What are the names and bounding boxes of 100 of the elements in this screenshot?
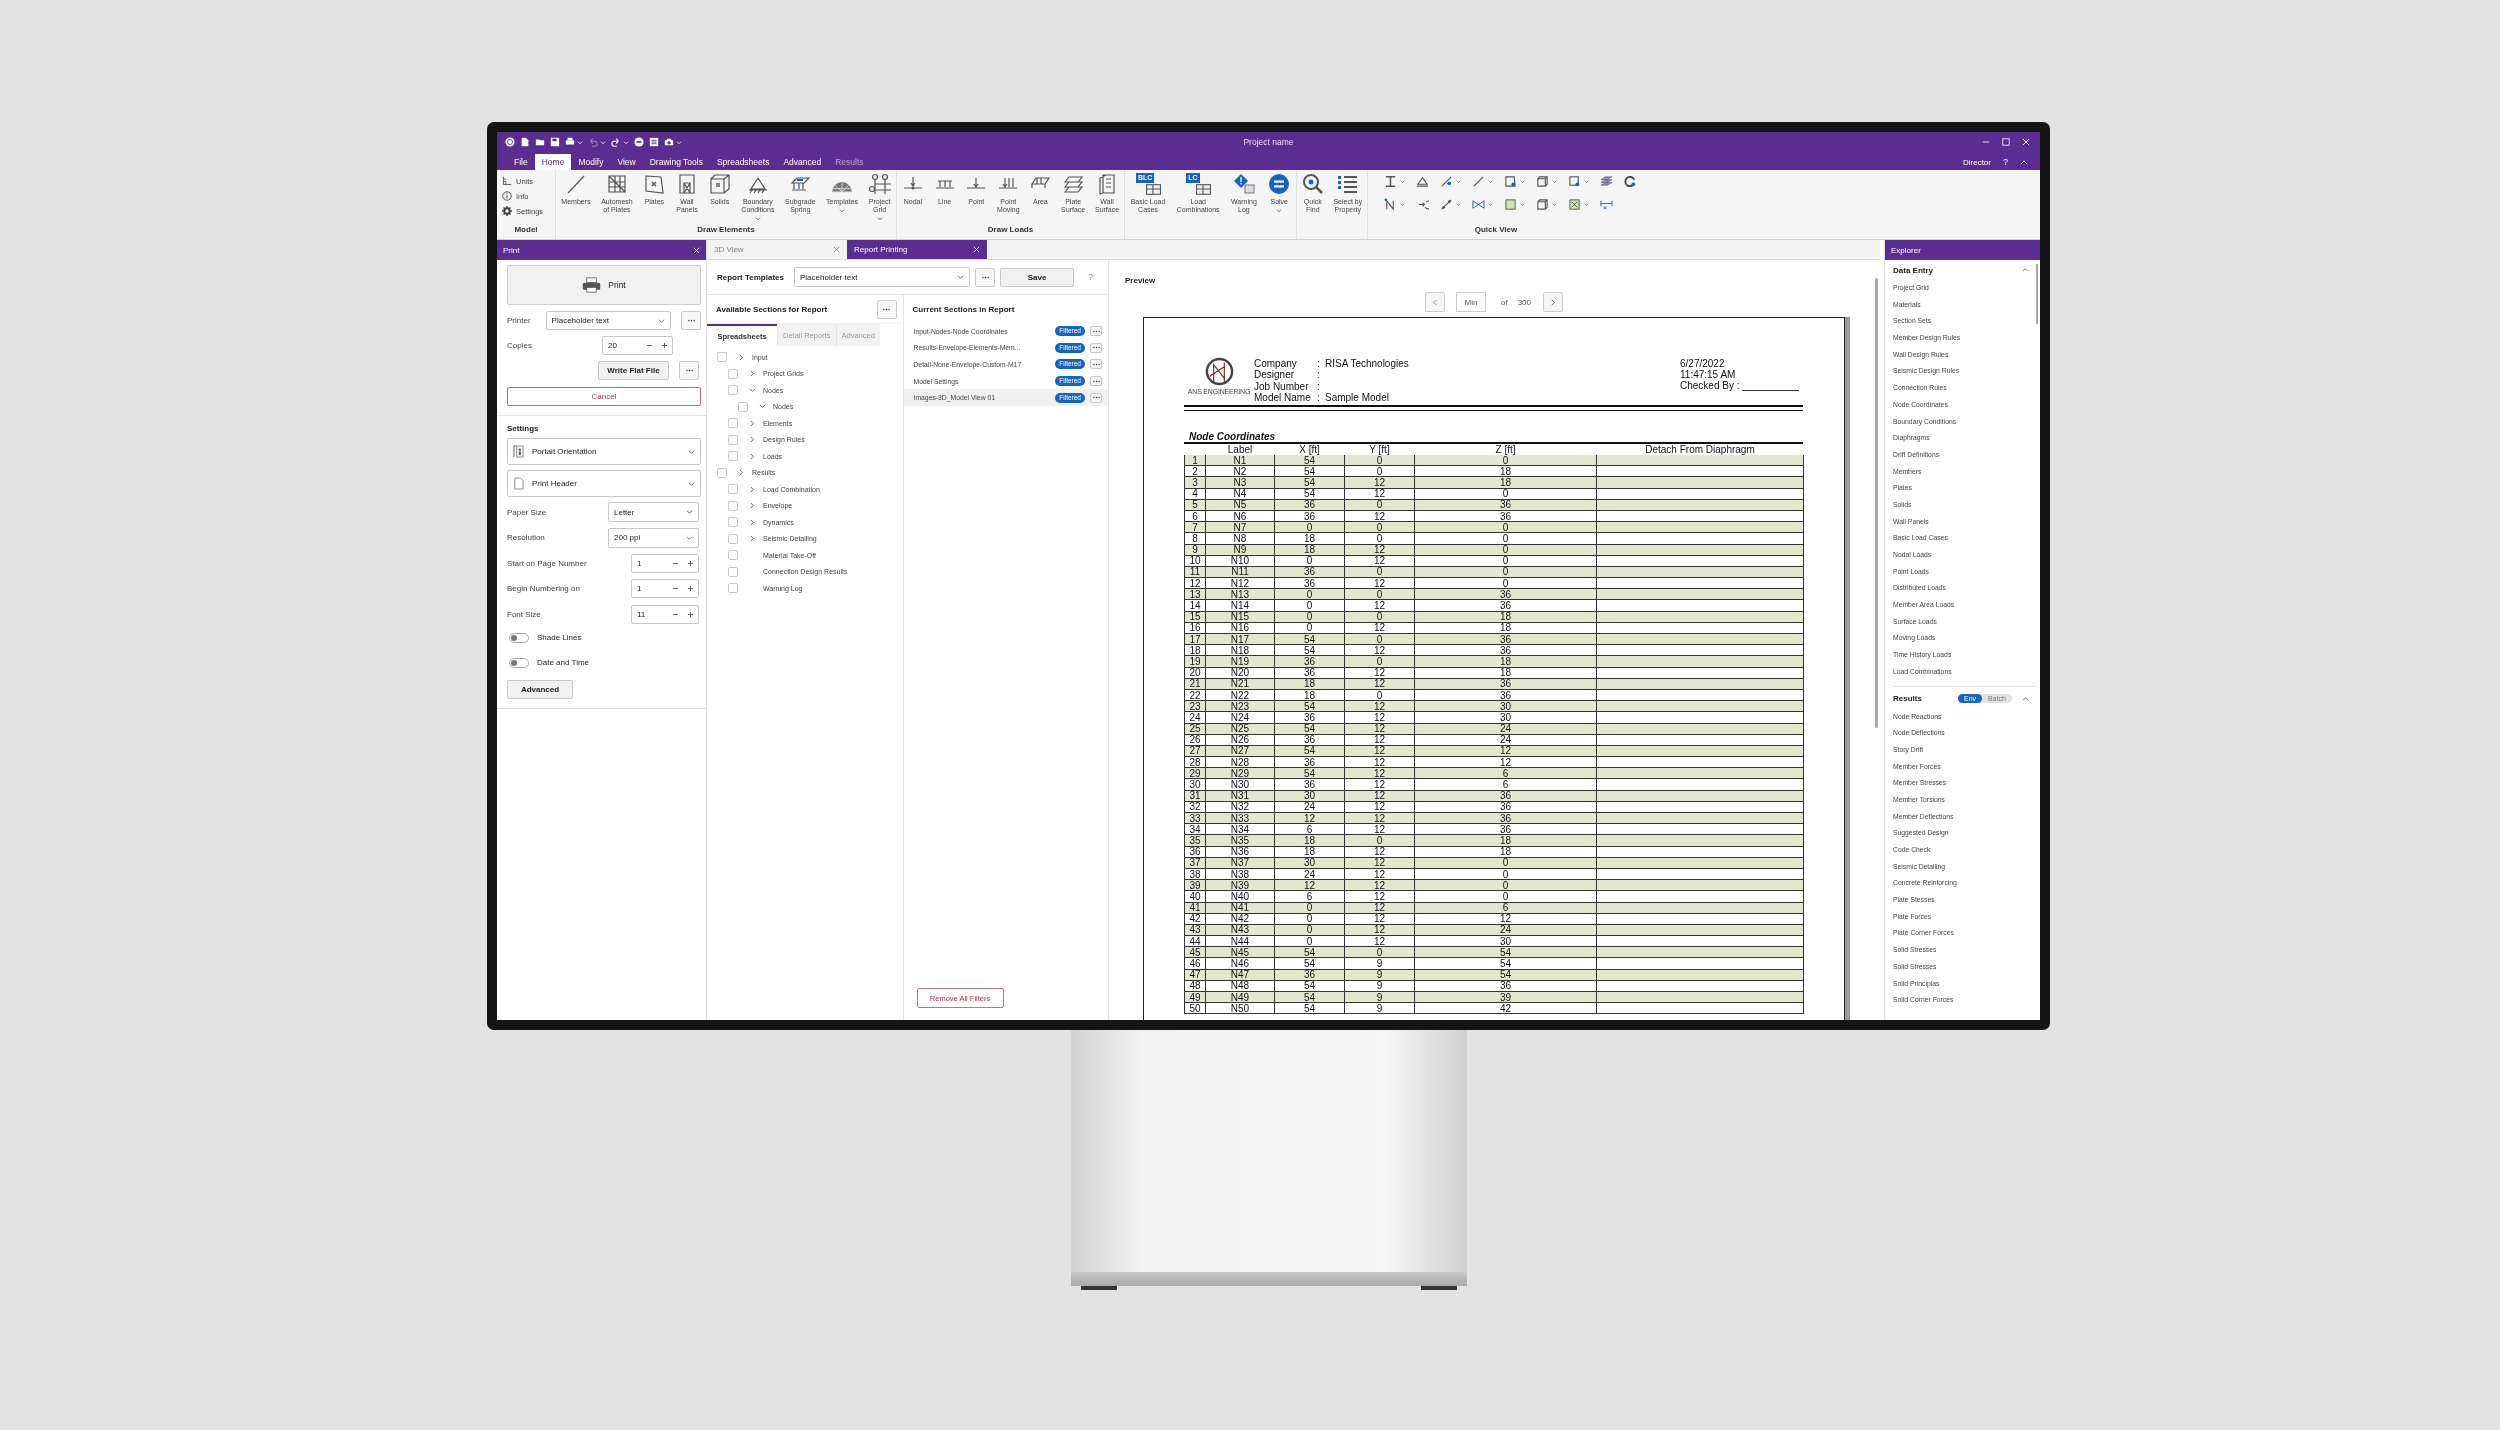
plus-icon[interactable] [687, 585, 694, 592]
chevron-down-icon[interactable] [759, 403, 766, 411]
plate-icon[interactable] [1568, 198, 1581, 211]
plate-icon[interactable] [1504, 198, 1517, 211]
save-button[interactable]: Save [1000, 267, 1074, 287]
checkbox[interactable] [728, 418, 738, 429]
checkbox[interactable] [717, 467, 727, 478]
printer-icon[interactable] [565, 137, 575, 147]
caret-icon[interactable] [839, 208, 846, 213]
caret-icon[interactable] [1456, 202, 1461, 207]
checkbox[interactable] [728, 484, 738, 495]
open-folder-icon[interactable] [535, 137, 545, 147]
caret-icon[interactable] [1552, 202, 1557, 207]
checkbox[interactable] [728, 451, 738, 462]
plate-icon[interactable] [1504, 175, 1517, 188]
chevron-right-icon[interactable] [749, 502, 756, 510]
plus-icon[interactable] [661, 342, 668, 349]
checkbox[interactable] [728, 533, 738, 544]
caret-icon[interactable] [1276, 208, 1283, 213]
advanced-button[interactable]: Advanced [507, 679, 573, 699]
number-field[interactable]: 1 [631, 553, 699, 573]
checkbox[interactable] [717, 352, 727, 363]
help-button[interactable]: ? [2003, 157, 2008, 167]
link-icon[interactable] [1440, 198, 1453, 211]
save-icon[interactable] [550, 137, 560, 147]
caret-icon[interactable] [1552, 179, 1557, 184]
more-button[interactable] [1090, 342, 1102, 353]
maximize-icon[interactable] [2002, 138, 2010, 146]
caret-icon[interactable] [1488, 179, 1493, 184]
chevron-right-icon[interactable] [749, 419, 756, 427]
undo-icon[interactable] [588, 137, 598, 147]
bowtie-icon[interactable] [1472, 198, 1485, 211]
menu-tab[interactable]: Drawing Tools [642, 154, 710, 170]
minus-circle-icon[interactable] [634, 137, 644, 147]
chevron-right-icon[interactable] [749, 436, 756, 444]
chevron-right-icon[interactable] [749, 518, 756, 526]
write-flat-file-button[interactable]: Write Flat File [598, 361, 669, 380]
caret-icon[interactable] [1488, 202, 1493, 207]
checkbox[interactable] [728, 385, 738, 396]
chevron-down-icon[interactable] [749, 386, 756, 394]
caret-icon[interactable] [1400, 179, 1405, 184]
copies-field[interactable]: 20 [602, 336, 673, 355]
checkbox[interactable] [728, 434, 738, 445]
rotation-icon[interactable] [1416, 198, 1429, 211]
more-button[interactable] [1090, 359, 1102, 370]
more-button[interactable] [1090, 392, 1102, 403]
dropdown-field[interactable]: Letter [608, 502, 699, 522]
checkbox[interactable] [738, 401, 748, 412]
caret-icon[interactable] [1520, 179, 1525, 184]
plate-icon[interactable] [1568, 175, 1581, 188]
more-button[interactable] [1090, 326, 1102, 337]
plus-icon[interactable] [687, 610, 694, 618]
number-field[interactable]: 11 [631, 604, 699, 624]
template-select[interactable]: Placeholder text [794, 267, 970, 287]
menu-tab[interactable]: View [610, 154, 643, 170]
chevron-right-icon[interactable] [738, 353, 745, 361]
page-field[interactable]: Min [1456, 292, 1486, 312]
checkbox[interactable] [728, 500, 738, 511]
chevron-right-icon[interactable] [738, 469, 745, 477]
caret-icon[interactable] [1584, 179, 1589, 184]
refresh-icon[interactable] [1624, 175, 1637, 188]
redo-icon[interactable] [611, 137, 621, 147]
menu-tab[interactable]: Home [534, 154, 572, 170]
number-field[interactable]: 1 [631, 579, 699, 598]
chevron-right-icon[interactable] [749, 535, 756, 543]
cancel-button[interactable]: Cancel [507, 387, 701, 406]
caret-icon[interactable] [1400, 202, 1405, 207]
chevron-right-icon[interactable] [749, 452, 756, 460]
minus-icon[interactable] [672, 585, 679, 592]
cube-icon[interactable] [1536, 198, 1549, 211]
checkbox[interactable] [728, 368, 738, 379]
app-logo-icon[interactable] [505, 137, 515, 147]
more-button[interactable] [1090, 376, 1102, 387]
minus-icon[interactable] [646, 342, 653, 349]
checkbox[interactable] [728, 566, 738, 577]
checkbox[interactable] [728, 517, 738, 528]
new-file-icon[interactable] [520, 137, 530, 147]
line-icon[interactable] [1472, 175, 1485, 188]
printer-select[interactable]: Placeholder text [545, 311, 672, 330]
dropdown-field[interactable]: 200 ppi [608, 527, 699, 548]
caret-icon[interactable] [1456, 179, 1461, 184]
print-button[interactable]: Print [507, 265, 701, 305]
dimension-icon[interactable] [1600, 198, 1613, 211]
caret-icon[interactable] [1520, 202, 1525, 207]
checkbox[interactable] [728, 583, 738, 594]
chevron-right-icon[interactable] [749, 370, 756, 378]
node-icon[interactable] [1384, 198, 1397, 211]
caret-icon[interactable] [754, 216, 761, 221]
checkbox[interactable] [728, 550, 738, 561]
chevron-up-icon[interactable] [2020, 158, 2028, 166]
menu-tab[interactable]: File [507, 154, 535, 170]
cube-icon[interactable] [1536, 175, 1549, 188]
document-tab[interactable]: Report Printing [847, 240, 987, 259]
menu-tab[interactable]: Advanced [776, 154, 829, 170]
orientation-select[interactable]: Portait Orientation [507, 438, 701, 465]
caret-icon[interactable] [876, 216, 883, 221]
support-icon[interactable] [1416, 175, 1429, 188]
caret-icon[interactable] [1584, 202, 1589, 207]
menu-tab[interactable]: Modify [571, 154, 611, 170]
form-icon[interactable] [649, 137, 659, 147]
